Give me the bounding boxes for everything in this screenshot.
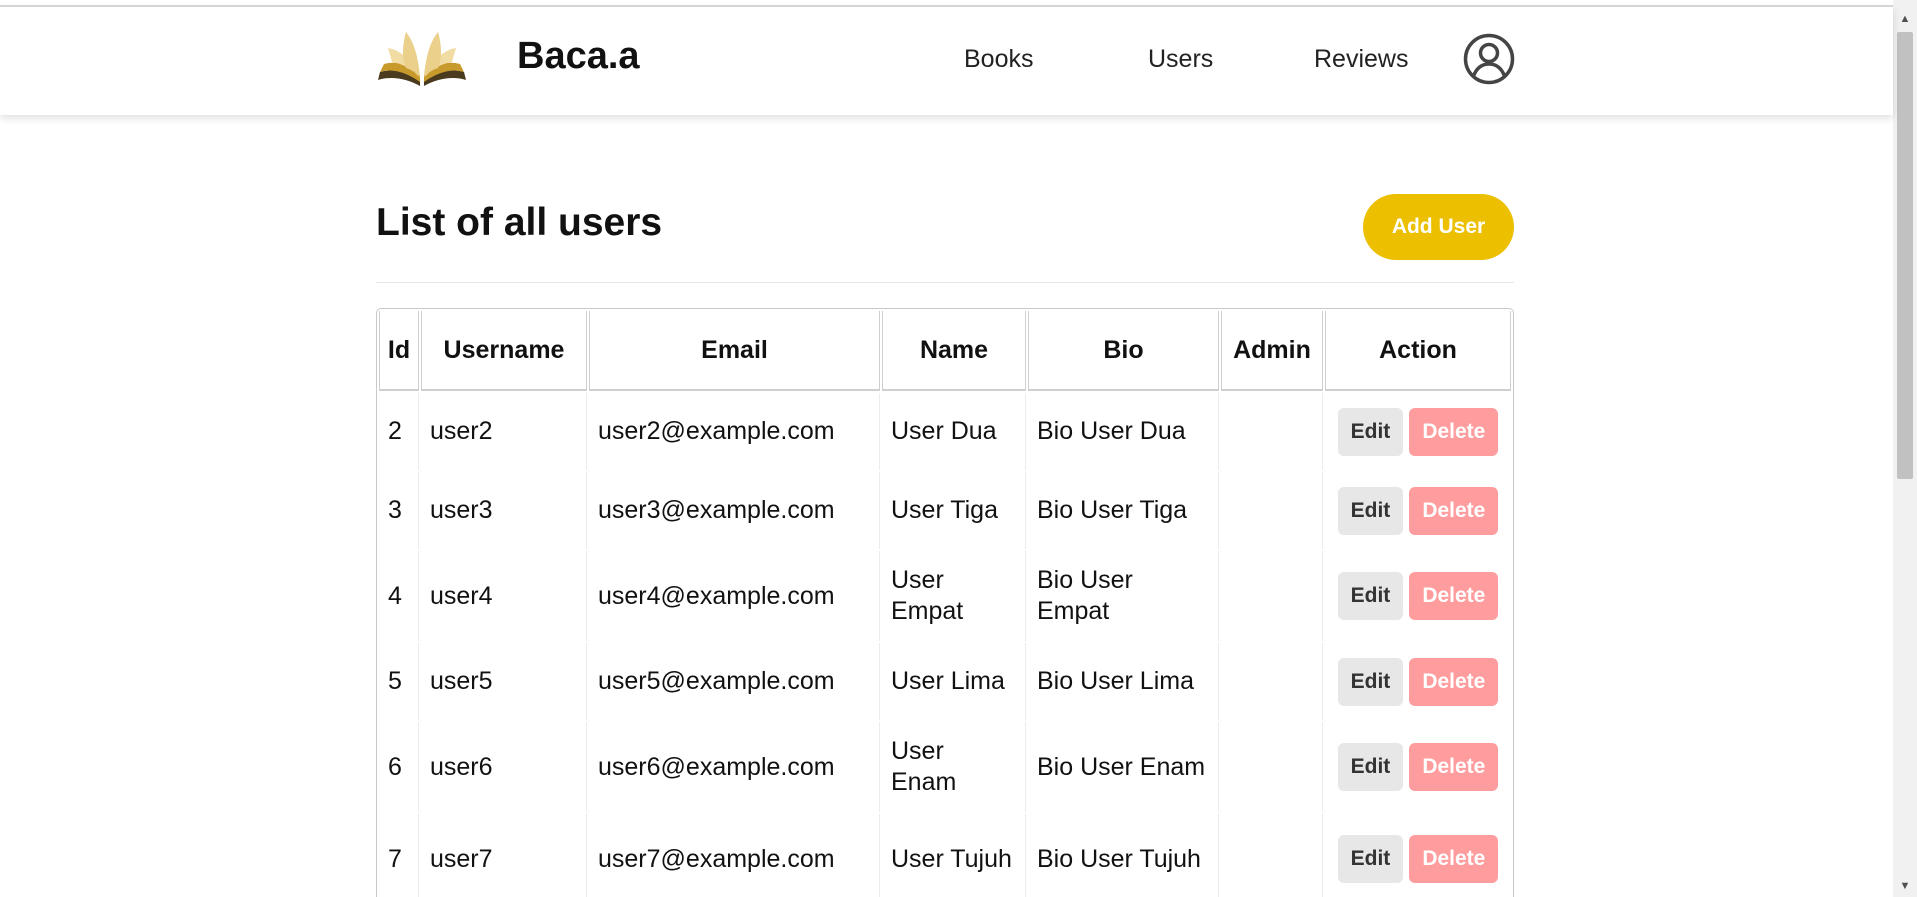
- cell-bio: Bio User Tujuh: [1028, 814, 1219, 897]
- browser-top-rule: [0, 0, 1893, 7]
- cell-bio: Bio User Tiga: [1028, 472, 1219, 549]
- users-table-container: Id Username Email Name Bio Admin Action …: [376, 308, 1514, 897]
- cell-bio: Bio User Lima: [1028, 643, 1219, 720]
- edit-button[interactable]: Edit: [1337, 486, 1404, 535]
- add-user-button[interactable]: Add User: [1363, 194, 1514, 260]
- edit-button[interactable]: Edit: [1337, 835, 1404, 883]
- page-title: List of all users: [376, 201, 663, 244]
- edit-button[interactable]: Edit: [1337, 572, 1404, 620]
- cell-admin: [1221, 472, 1323, 549]
- edit-button[interactable]: Edit: [1337, 407, 1404, 456]
- header-username[interactable]: Username: [421, 311, 587, 391]
- cell-action: Edit Delete: [1325, 551, 1511, 641]
- cell-action: Edit Delete: [1325, 393, 1511, 470]
- cell-email: user7@example.com: [589, 814, 880, 897]
- cell-username: user2: [421, 393, 587, 470]
- vertical-scrollbar[interactable]: ▲ ▼: [1893, 0, 1917, 897]
- scroll-up-arrow-icon[interactable]: ▲: [1893, 8, 1917, 30]
- cell-username: user3: [421, 472, 587, 549]
- cell-action: Edit Delete: [1325, 722, 1511, 812]
- cell-admin: [1221, 722, 1323, 812]
- cell-email: user5@example.com: [589, 643, 880, 720]
- user-circle-icon[interactable]: [1463, 33, 1515, 85]
- scroll-down-arrow-icon[interactable]: ▼: [1893, 875, 1917, 897]
- navbar-inner: Baca.a Books Users Reviews: [376, 7, 1515, 115]
- divider: [376, 282, 1514, 283]
- header-id[interactable]: Id: [379, 311, 419, 391]
- cell-action: Edit Delete: [1325, 643, 1511, 720]
- table-row: 4 user4 user4@example.com User Empat Bio…: [379, 551, 1511, 641]
- cell-admin: [1221, 814, 1323, 897]
- cell-id: 3: [379, 472, 419, 549]
- header-bio[interactable]: Bio: [1028, 311, 1219, 391]
- table-row: 2 user2 user2@example.com User Dua Bio U…: [379, 393, 1511, 470]
- cell-bio: Bio User Dua: [1028, 393, 1219, 470]
- table-row: 5 user5 user5@example.com User Lima Bio …: [379, 643, 1511, 720]
- header-email[interactable]: Email: [589, 311, 880, 391]
- users-table: Id Username Email Name Bio Admin Action …: [377, 309, 1513, 897]
- nav-link-reviews[interactable]: Reviews: [1314, 45, 1408, 74]
- cell-name: User Tiga: [882, 472, 1026, 549]
- table-row: 6 user6 user6@example.com User Enam Bio …: [379, 722, 1511, 812]
- edit-button[interactable]: Edit: [1337, 743, 1404, 791]
- navbar: Baca.a Books Users Reviews: [0, 7, 1893, 115]
- cell-email: user3@example.com: [589, 472, 880, 549]
- cell-action: Edit Delete: [1325, 472, 1511, 549]
- cell-id: 4: [379, 551, 419, 641]
- cell-name: User Empat: [882, 551, 1026, 641]
- delete-button[interactable]: Delete: [1409, 407, 1499, 456]
- delete-button[interactable]: Delete: [1409, 657, 1499, 706]
- cell-action: Edit Delete: [1325, 814, 1511, 897]
- header-name[interactable]: Name: [882, 311, 1026, 391]
- cell-id: 6: [379, 722, 419, 812]
- delete-button[interactable]: Delete: [1409, 486, 1499, 535]
- cell-email: user6@example.com: [589, 722, 880, 812]
- cell-username: user4: [421, 551, 587, 641]
- cell-name: User Tujuh: [882, 814, 1026, 897]
- header-action: Action: [1325, 311, 1511, 391]
- cell-id: 7: [379, 814, 419, 897]
- open-book-logo-icon[interactable]: [376, 28, 468, 94]
- delete-button[interactable]: Delete: [1409, 835, 1499, 883]
- delete-button[interactable]: Delete: [1409, 572, 1499, 620]
- nav-link-books[interactable]: Books: [964, 45, 1033, 74]
- cell-name: User Enam: [882, 722, 1026, 812]
- scrollbar-thumb[interactable]: [1897, 32, 1913, 479]
- cell-admin: [1221, 393, 1323, 470]
- header-admin[interactable]: Admin: [1221, 311, 1323, 391]
- cell-username: user7: [421, 814, 587, 897]
- cell-admin: [1221, 643, 1323, 720]
- cell-admin: [1221, 551, 1323, 641]
- edit-button[interactable]: Edit: [1337, 657, 1404, 706]
- brand-name[interactable]: Baca.a: [517, 35, 640, 78]
- cell-email: user4@example.com: [589, 551, 880, 641]
- cell-username: user5: [421, 643, 587, 720]
- cell-id: 5: [379, 643, 419, 720]
- table-row: 3 user3 user3@example.com User Tiga Bio …: [379, 472, 1511, 549]
- table-row: 7 user7 user7@example.com User Tujuh Bio…: [379, 814, 1511, 897]
- cell-id: 2: [379, 393, 419, 470]
- cell-bio: Bio User Empat: [1028, 551, 1219, 641]
- table-header-row: Id Username Email Name Bio Admin Action: [379, 311, 1511, 391]
- cell-name: User Dua: [882, 393, 1026, 470]
- delete-button[interactable]: Delete: [1409, 743, 1499, 791]
- cell-bio: Bio User Enam: [1028, 722, 1219, 812]
- cell-email: user2@example.com: [589, 393, 880, 470]
- cell-username: user6: [421, 722, 587, 812]
- nav-link-users[interactable]: Users: [1148, 45, 1213, 74]
- cell-name: User Lima: [882, 643, 1026, 720]
